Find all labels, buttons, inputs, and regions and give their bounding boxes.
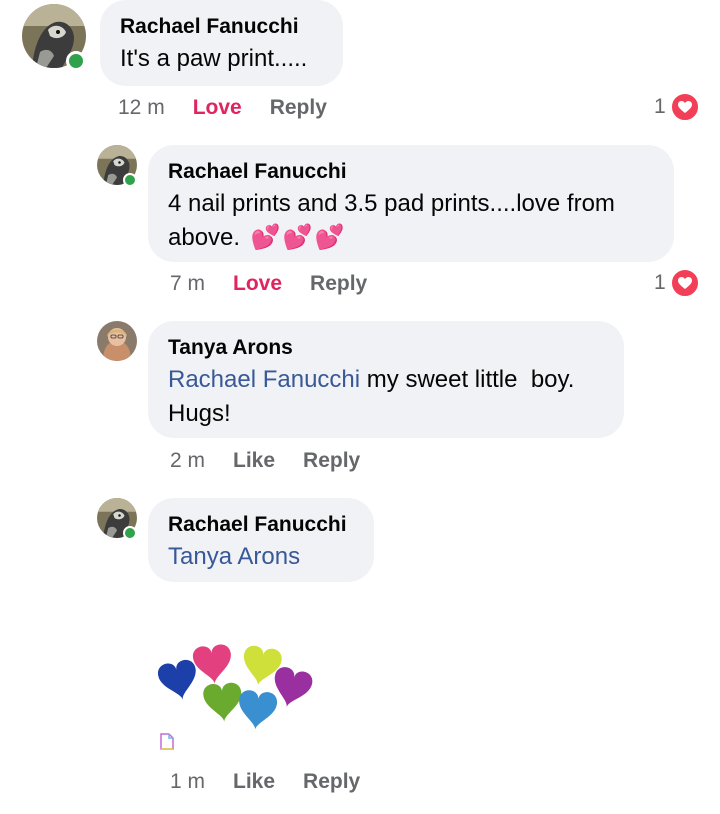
like-button[interactable]: Like [233,770,275,794]
comment-text-line-2: above. 💕💕💕 [168,221,654,255]
comment-actions: 7 m Love Reply [170,272,367,296]
comment-bubble[interactable]: Rachael Fanucchi It's a paw print..... [100,0,343,86]
comment-bubble[interactable]: Rachael Fanucchi Tanya Arons [148,498,374,582]
online-status-indicator [123,526,137,540]
comment-actions: 1 m Like Reply [170,770,360,794]
love-button[interactable]: Love [233,272,282,296]
comment-text-line-2: Hugs! [168,400,231,427]
comment-timestamp[interactable]: 12 m [118,96,165,120]
colorful-hearts-sticker[interactable] [156,640,316,740]
reply-button[interactable]: Reply [303,770,360,794]
comment-actions: 12 m Love Reply [118,96,327,120]
comment-author[interactable]: Rachael Fanucchi [168,512,354,538]
love-button[interactable]: Love [193,96,242,120]
comment-text: above. [168,224,241,251]
love-reaction-icon [669,92,700,122]
comment-timestamp[interactable]: 7 m [170,272,205,296]
comment-actions: 2 m Like Reply [170,449,360,473]
reply-button[interactable]: Reply [303,449,360,473]
avatar[interactable] [97,321,137,361]
woman-avatar-image [97,321,137,361]
comment-text-line-1: 4 nail prints and 3.5 pad prints....love… [168,190,615,217]
comment-timestamp[interactable]: 1 m [170,770,205,794]
love-reaction-icon [669,268,700,298]
like-button[interactable]: Like [233,449,275,473]
two-hearts-emoji: 💕💕💕 [250,224,347,251]
reaction-summary[interactable]: 1 [654,268,700,298]
reply-button[interactable]: Reply [310,272,367,296]
online-status-indicator [123,173,137,187]
online-status-indicator [66,51,86,71]
comment-timestamp[interactable]: 2 m [170,449,205,473]
comment-text: my sweet little boy. [360,366,575,393]
reaction-summary[interactable]: 1 [654,92,700,122]
comment-text-line-1: Rachael Fanucchi my sweet little boy. [168,363,604,397]
reply-button[interactable]: Reply [270,96,327,120]
mention-link[interactable]: Rachael Fanucchi [168,366,360,393]
comment-bubble[interactable]: Tanya Arons Rachael Fanucchi my sweet li… [148,321,624,438]
mention-link[interactable]: Tanya Arons [168,540,354,574]
comment-author[interactable]: Tanya Arons [168,335,604,361]
comment-author[interactable]: Rachael Fanucchi [168,159,654,185]
hearts-sticker-image [156,643,315,732]
reaction-count: 1 [654,271,666,294]
sticker-file-icon [160,733,174,750]
comment-bubble[interactable]: Rachael Fanucchi 4 nail prints and 3.5 p… [148,145,674,262]
comment-text: It's a paw print..... [120,45,308,72]
comment-author[interactable]: Rachael Fanucchi [120,14,323,40]
reaction-count: 1 [654,95,666,118]
